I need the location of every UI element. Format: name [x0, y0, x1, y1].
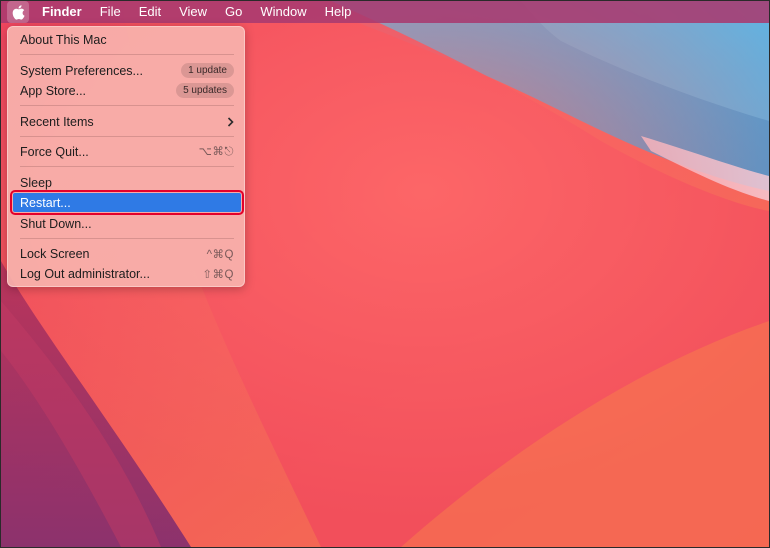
menu-item-label: Sleep — [20, 175, 52, 190]
menu-item-recent-items[interactable]: Recent Items — [13, 112, 241, 131]
menubar-window[interactable]: Window — [251, 1, 315, 23]
menubar-finder[interactable]: Finder — [33, 1, 91, 23]
apple-menu-dropdown: About This Mac System Preferences... 1 u… — [7, 26, 245, 287]
keyboard-shortcut: ⇧⌘Q — [202, 268, 234, 281]
menu-item-label: Restart... — [20, 195, 71, 210]
menubar-go[interactable]: Go — [216, 1, 251, 23]
menu-item-label: Recent Items — [20, 114, 94, 129]
menu-separator — [20, 105, 234, 106]
menu-item-label: Lock Screen — [20, 246, 90, 261]
menu-item-force-quit[interactable]: Force Quit... ⌥⌘⎋ — [13, 142, 241, 161]
desktop-screen: Finder File Edit View Go Window Help Abo… — [0, 0, 770, 548]
chevron-right-icon — [227, 116, 234, 127]
menu-item-app-store[interactable]: App Store... 5 updates — [13, 81, 241, 100]
menubar-help[interactable]: Help — [316, 1, 361, 23]
keyboard-shortcut: ^⌘Q — [206, 248, 234, 261]
keyboard-shortcut: ⌥⌘⎋ — [198, 146, 234, 158]
menu-separator — [20, 136, 234, 137]
menu-separator — [20, 238, 234, 239]
menu-separator — [20, 166, 234, 167]
update-badge: 5 updates — [176, 83, 234, 98]
menu-bar: Finder File Edit View Go Window Help — [1, 1, 769, 23]
menubar-edit[interactable]: Edit — [130, 1, 170, 23]
menu-item-about-this-mac[interactable]: About This Mac — [13, 30, 241, 49]
menubar-view[interactable]: View — [170, 1, 216, 23]
apple-menu-button[interactable] — [7, 1, 29, 23]
menu-separator — [20, 54, 234, 55]
menu-item-label: Shut Down... — [20, 216, 92, 231]
menu-item-shut-down[interactable]: Shut Down... — [13, 214, 241, 233]
menu-item-label: Force Quit... — [20, 144, 89, 159]
menu-item-label: System Preferences... — [20, 63, 143, 78]
menubar-file[interactable]: File — [91, 1, 130, 23]
menu-item-label: Log Out administrator... — [20, 266, 150, 281]
menu-item-restart[interactable]: Restart... — [10, 190, 244, 215]
menu-item-system-preferences[interactable]: System Preferences... 1 update — [13, 61, 241, 80]
update-badge: 1 update — [181, 63, 234, 78]
apple-logo-icon — [12, 4, 24, 20]
menu-item-label: About This Mac — [20, 32, 107, 47]
menu-item-label: App Store... — [20, 83, 87, 98]
menu-item-lock-screen[interactable]: Lock Screen ^⌘Q — [13, 244, 241, 263]
menu-item-log-out[interactable]: Log Out administrator... ⇧⌘Q — [13, 264, 241, 283]
menu-item-sleep[interactable]: Sleep — [13, 173, 241, 192]
